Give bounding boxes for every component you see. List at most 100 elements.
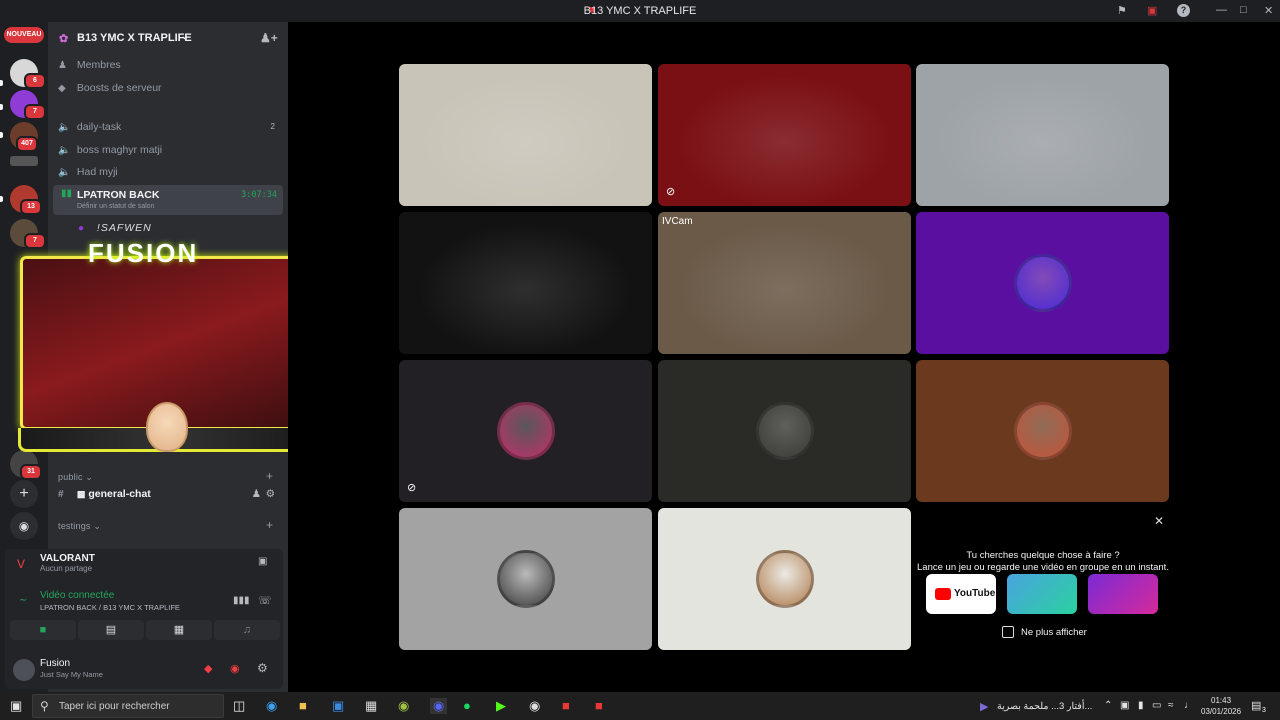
app-icon[interactable]: ◉ [529,698,540,714]
noise-suppression-icon[interactable]: ▮▮▮ [233,595,250,606]
youtube-activity[interactable]: YouTube [926,574,996,614]
invite-icon[interactable]: ♟+ [260,31,278,45]
store-icon[interactable]: ▦ [365,698,377,714]
spotify-icon[interactable]: ● [463,698,471,713]
voice-member[interactable]: ● !SAFWEN [78,218,303,238]
server-name: B13 YMC X TRAPLIFE [77,32,192,44]
minimize-icon[interactable]: — [1216,4,1227,16]
user-settings-icon[interactable]: ⚙ [257,661,268,675]
voice-channel[interactable]: 🔈 boss maghyr matji [58,140,283,160]
task-view-icon[interactable]: ◫ [233,698,245,714]
text-channel-general[interactable]: # ▩ general-chat ♟ ⚙ [58,484,283,504]
voice-channel[interactable]: 🔈 Had myji [58,162,283,182]
server-icon[interactable]: 6 [10,59,46,89]
active-voice-channel[interactable]: ▮▮ LPATRON BACK 3:07:34 Définir un statu… [53,185,283,215]
edge-icon[interactable]: ◉ [266,698,277,714]
avatar[interactable] [13,659,35,681]
chevron-down-icon: ⌄ [181,31,189,41]
server-icon[interactable]: 13 [10,185,42,215]
close-icon[interactable]: ✕ [1154,514,1164,528]
help-icon[interactable]: ? [1177,4,1190,17]
unread-pill [0,80,3,86]
discover-icon[interactable]: ◉ [10,512,38,540]
mic-muted-icon[interactable]: ◆ [204,662,212,675]
discord-icon[interactable]: ◉ [430,698,448,714]
video-tile[interactable]: IVCam [658,212,911,354]
dont-show-checkbox[interactable] [1002,626,1014,638]
participant-tile[interactable] [399,508,652,650]
new-badge[interactable]: NOUVEAU [4,27,44,43]
participant-tile[interactable] [916,360,1169,502]
valorant-icon[interactable]: ■ [595,698,603,713]
notifications-icon[interactable]: ▤ [1251,699,1261,712]
monitor-icon[interactable]: ▣ [1147,4,1157,17]
chat-icon: ▩ [76,489,86,499]
category-testings[interactable]: testings ⌄ [58,521,101,532]
game-activity[interactable] [1088,574,1158,614]
media-title[interactable]: أفتار 3... ملحمة بصرية... [997,701,1092,712]
unread-pill [0,132,3,138]
settings-icon[interactable]: ⚙ [266,484,275,504]
video-tile[interactable] [399,212,652,354]
video-tile[interactable] [916,64,1169,206]
add-server-icon[interactable]: + [10,480,38,508]
sidebar-item-boosts[interactable]: ◆ Boosts de serveur [58,78,283,98]
close-icon[interactable]: ✕ [1264,4,1273,17]
participant-tile[interactable]: ⊘ [399,360,652,502]
volume-icon[interactable]: ♩ [1184,700,1194,711]
battery-icon[interactable]: ▭ [1152,700,1161,711]
invite-icon[interactable]: ♟ [252,484,261,504]
participant-tile[interactable] [658,360,911,502]
overlay-brand: FUSION [88,238,199,268]
category-public[interactable]: public ⌄ [58,472,93,483]
user-panel: V VALORANT Aucun partage ▣ ∼ Vidéo conne… [5,549,283,689]
connection-channel[interactable]: LPATRON BACK / B13 YMC X TRAPLIFE [40,603,180,612]
clock-date[interactable]: 03/01/2026 [1201,707,1241,716]
folder-icon[interactable]: ■ [299,698,307,713]
camera-button[interactable]: ■ [10,620,76,640]
avatar [1013,254,1072,312]
disconnect-icon[interactable]: ☏ [258,594,272,607]
tray-chevron-icon[interactable]: ⌃ [1104,700,1112,711]
windows-start-icon[interactable]: ▣ [10,698,22,714]
server-icon[interactable]: 7 [10,90,46,120]
activities-button[interactable]: ▦ [146,620,212,640]
inbox-icon[interactable]: ⚑ [1117,4,1127,17]
server-badge-icon: ✿ [59,33,69,45]
voice-channel[interactable]: 🔈 daily-task 2 [58,117,283,137]
screen-share-icon[interactable]: ▣ [258,556,267,567]
taskbar-search[interactable]: ⚲ Taper ici pour rechercher [32,694,224,718]
connection-status[interactable]: Vidéo connectée [40,590,114,601]
avatar [496,550,555,608]
avatar [755,550,814,608]
add-channel-icon[interactable]: + [266,518,273,532]
channel-status-hint[interactable]: Définir un statut de salon [77,203,154,210]
sidebar-item-members[interactable]: ♟ Membres [58,55,283,75]
participant-tile[interactable] [916,212,1169,354]
server-icon[interactable] [10,156,38,166]
app-icon[interactable]: ◉ [398,698,409,714]
server-icon[interactable]: 7 [10,219,46,249]
headphones-muted-icon[interactable]: ◉ [230,662,240,675]
cam-label: IVCam [662,216,693,227]
game-activity[interactable] [1007,574,1077,614]
kick-icon[interactable]: ▶ [496,698,506,714]
video-tile[interactable] [399,64,652,206]
app-icon[interactable]: ■ [562,698,570,713]
avatar [1013,402,1072,460]
maximize-icon[interactable]: □ [1240,4,1247,16]
wifi-icon[interactable]: ≈ [1168,700,1174,711]
network-icon[interactable]: ▣ [1120,700,1129,711]
server-icon[interactable]: 407 [10,122,38,152]
user-name[interactable]: Fusion [40,658,70,669]
video-tile[interactable]: ⊘ [658,64,911,206]
soundboard-button[interactable]: ♫ [214,620,280,640]
outlook-icon[interactable]: ▣ [332,698,344,714]
clock-time[interactable]: 01:43 [1211,696,1231,705]
add-channel-icon[interactable]: + [266,469,273,483]
share-screen-button[interactable]: ▤ [78,620,144,640]
participant-tile[interactable] [658,508,911,650]
suggestion-text: Tu cherches quelque chose à faire ? Lanc… [917,550,1169,573]
mic-icon[interactable]: ▮ [1138,700,1144,711]
server-header[interactable]: ✿ B13 YMC X TRAPLIFE ⌄ ♟+ [48,22,288,54]
